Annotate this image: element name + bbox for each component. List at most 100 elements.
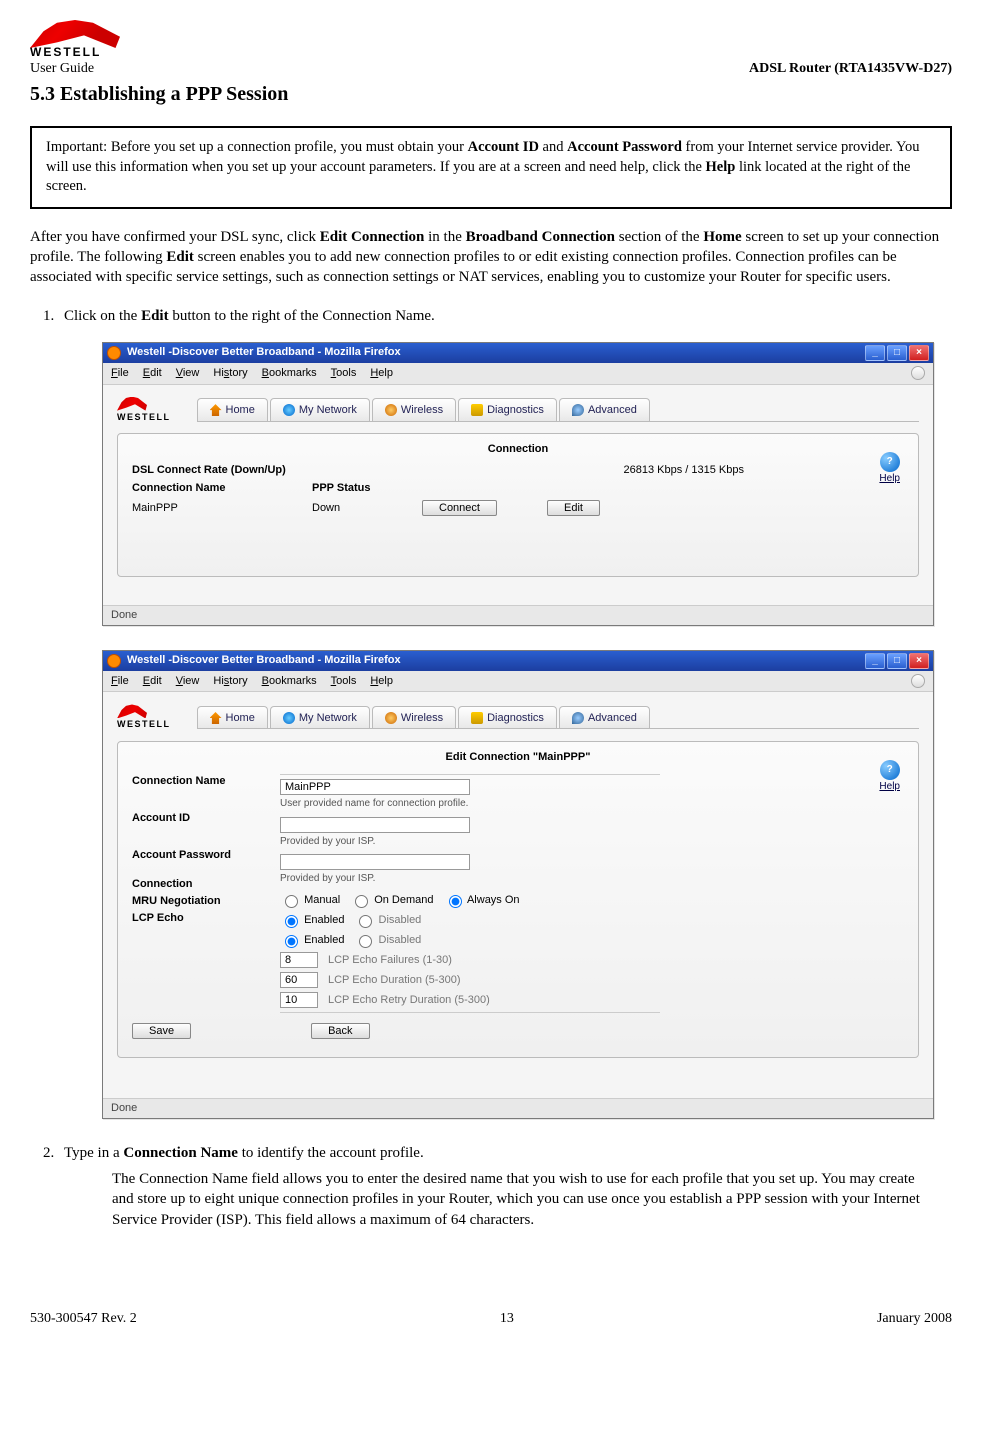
hint-account-password: Provided by your ISP.	[280, 872, 660, 886]
throbber-icon	[911, 366, 925, 380]
doc-right: ADSL Router (RTA1435VW-D27)	[749, 60, 952, 79]
doc-meta-row: User Guide ADSL Router (RTA1435VW-D27)	[30, 60, 952, 79]
browser-menubar: FFileile Edit View History Bookmarks Too…	[103, 363, 933, 385]
tab-diagnostics[interactable]: Diagnostics	[458, 398, 557, 421]
steps-list: Click on the Edit button to the right of…	[58, 306, 952, 326]
help-link[interactable]: Help	[879, 473, 900, 484]
radio-mru-enabled[interactable]: Enabled	[280, 912, 344, 928]
callout-help: Help	[706, 159, 736, 175]
account-id-input[interactable]	[280, 817, 470, 833]
label-mru: MRU Negotiation	[132, 894, 272, 909]
menu-history[interactable]: History	[213, 674, 247, 689]
wireless-icon	[385, 712, 397, 724]
help-block[interactable]: ? Help	[879, 760, 900, 794]
wireless-icon	[385, 404, 397, 416]
close-button[interactable]: ×	[909, 653, 929, 669]
callout-text: Important: Before you set up a connectio…	[46, 139, 468, 155]
help-icon: ?	[880, 760, 900, 780]
radio-always-on[interactable]: Always On	[444, 892, 520, 908]
mru-radios: Enabled Disabled	[280, 912, 660, 928]
lcp-retry-hint: LCP Echo Retry Duration (5-300)	[328, 993, 490, 1008]
maximize-button[interactable]: □	[887, 345, 907, 361]
browser-menubar: File Edit View History Bookmarks Tools H…	[103, 671, 933, 693]
edit-button[interactable]: Edit	[547, 500, 600, 516]
advanced-icon	[572, 404, 584, 416]
radio-lcp-disabled[interactable]: Disabled	[354, 932, 421, 948]
tab-advanced[interactable]: Advanced	[559, 706, 650, 729]
tab-my-network[interactable]: My Network	[270, 398, 370, 421]
section-title: 5.3 Establishing a PPP Session	[30, 81, 952, 108]
minimize-button[interactable]: _	[865, 345, 885, 361]
connection-name-header: Connection Name	[132, 481, 302, 496]
menu-bookmarks[interactable]: Bookmarks	[262, 366, 317, 381]
menu-view[interactable]: View	[176, 366, 200, 381]
tab-wireless[interactable]: Wireless	[372, 398, 456, 421]
minimize-button[interactable]: _	[865, 653, 885, 669]
page-footer: 530-300547 Rev. 2 13 January 2008	[30, 1310, 952, 1329]
logo-text: WESTELL	[117, 718, 171, 730]
home-icon	[210, 712, 222, 724]
panel-title: Edit Connection "MainPPP"	[132, 750, 904, 765]
tab-home[interactable]: Home	[197, 706, 268, 729]
lcp-retry-input[interactable]	[280, 992, 318, 1008]
back-button[interactable]: Back	[311, 1023, 369, 1039]
nav-tabs: Home My Network Wireless Diagnostics Adv…	[197, 706, 920, 730]
step-2: Type in a Connection Name to identify th…	[58, 1143, 952, 1230]
dsl-rate-label: DSL Connect Rate (Down/Up)	[132, 463, 302, 478]
ppp-status-header: PPP Status	[312, 481, 412, 496]
screenshot-edit-connection: Westell -Discover Better Broadband - Moz…	[102, 650, 934, 1119]
help-link[interactable]: Help	[879, 781, 900, 792]
menu-history[interactable]: History	[213, 366, 247, 381]
menu-view[interactable]: View	[176, 674, 200, 689]
menu-tools[interactable]: Tools	[331, 674, 357, 689]
logo-swoosh-icon	[117, 704, 147, 718]
footer-right: January 2008	[877, 1310, 952, 1329]
label-lcp: LCP Echo	[132, 911, 272, 926]
lcp-duration-input[interactable]	[280, 972, 318, 988]
steps-list-continued: Type in a Connection Name to identify th…	[58, 1143, 952, 1230]
save-button[interactable]: Save	[132, 1023, 191, 1039]
footer-left: 530-300547 Rev. 2	[30, 1310, 137, 1329]
lcp-failures-input[interactable]	[280, 952, 318, 968]
tab-my-network[interactable]: My Network	[270, 706, 370, 729]
tab-advanced[interactable]: Advanced	[559, 398, 650, 421]
close-button[interactable]: ×	[909, 345, 929, 361]
callout-account-password: Account Password	[567, 139, 682, 155]
connection-name-input[interactable]	[280, 779, 470, 795]
menu-bookmarks[interactable]: Bookmarks	[262, 674, 317, 689]
radio-mru-disabled[interactable]: Disabled	[354, 912, 421, 928]
radio-on-demand[interactable]: On Demand	[350, 892, 433, 908]
radio-manual[interactable]: Manual	[280, 892, 340, 908]
radio-lcp-enabled[interactable]: Enabled	[280, 932, 344, 948]
step-2-description: The Connection Name field allows you to …	[112, 1169, 932, 1230]
firefox-icon	[107, 654, 121, 668]
window-titlebar: Westell -Discover Better Broadband - Moz…	[103, 651, 933, 671]
logo-swoosh-icon	[117, 397, 147, 411]
logo-text: WESTELL	[117, 411, 171, 423]
menu-tools[interactable]: Tools	[331, 366, 357, 381]
app-header: WESTELL Home My Network Wireless Diagnos…	[117, 397, 919, 423]
maximize-button[interactable]: □	[887, 653, 907, 669]
lcp-failures-hint: LCP Echo Failures (1-30)	[328, 953, 452, 968]
connect-button[interactable]: Connect	[422, 500, 497, 516]
page-header: WESTELL User Guide ADSL Router (RTA1435V…	[30, 20, 952, 79]
hint-connection-name: User provided name for connection profil…	[280, 797, 660, 811]
label-connection-name: Connection Name	[132, 774, 272, 789]
menu-edit[interactable]: Edit	[143, 366, 162, 381]
footer-page-number: 13	[500, 1310, 514, 1329]
account-password-input[interactable]	[280, 854, 470, 870]
lcp-duration-hint: LCP Echo Duration (5-300)	[328, 973, 460, 988]
menu-help[interactable]: Help	[370, 674, 393, 689]
menu-file[interactable]: FFileile	[111, 366, 129, 381]
tab-home[interactable]: Home	[197, 398, 268, 421]
menu-edit[interactable]: Edit	[143, 674, 162, 689]
menu-help[interactable]: Help	[370, 366, 393, 381]
network-icon	[283, 404, 295, 416]
help-block[interactable]: ? Help	[879, 452, 900, 486]
connection-panel: Connection ? Help DSL Connect Rate (Down…	[117, 433, 919, 577]
tab-wireless[interactable]: Wireless	[372, 706, 456, 729]
label-connection: Connection	[132, 877, 272, 892]
menu-file[interactable]: File	[111, 674, 129, 689]
tab-diagnostics[interactable]: Diagnostics	[458, 706, 557, 729]
home-icon	[210, 404, 222, 416]
